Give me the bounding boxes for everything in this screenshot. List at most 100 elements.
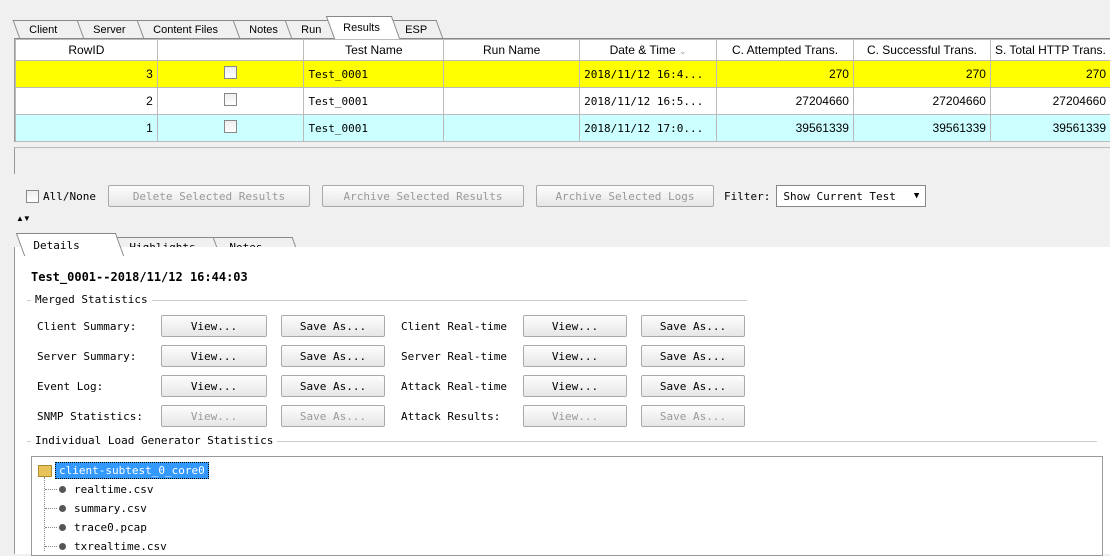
attack-results-save-button[interactable]: Save As... [641,405,745,427]
tab-results-label: Results [343,22,380,34]
client-realtime-label: Client Real-time [401,320,507,333]
splitter-handle[interactable]: ▲▼ [14,219,1110,225]
tab-client-label: Client [29,24,57,36]
server-summary-label: Server Summary: [37,350,136,363]
tree-file-label: summary.csv [74,502,147,515]
col-select[interactable] [157,40,304,61]
cell-attempted: 39561339 [717,115,854,142]
event-log-view-button[interactable]: View... [161,375,267,397]
tree-file-label: trace0.pcap [74,521,147,534]
top-tab-bar: Client Server Content Files Notes Run Re… [16,13,436,39]
attack-results-view-button[interactable]: View... [523,405,627,427]
attack-realtime-save-button[interactable]: Save As... [641,375,745,397]
tab-details-label: Details [33,239,79,252]
attack-realtime-view-button[interactable]: View... [523,375,627,397]
col-run-name[interactable]: Run Name [444,40,580,61]
tab-details[interactable]: Details [16,233,124,256]
cell-total-http: 27204660 [990,88,1110,115]
cell-rowid: 3 [16,61,158,88]
tab-client[interactable]: Client [13,20,88,39]
cell-test-name: Test_0001 [304,115,444,142]
tab-content-files[interactable]: Content Files [137,20,244,39]
server-summary-view-button[interactable]: View... [161,345,267,367]
folder-icon [38,465,52,477]
event-log-label: Event Log: [37,380,103,393]
tree-file-label: realtime.csv [74,483,153,496]
event-log-save-button[interactable]: Save As... [281,375,385,397]
cell-successful: 39561339 [853,115,990,142]
tree-folder-item[interactable]: client-subtest_0_core0 [38,462,209,479]
all-none-checkbox[interactable] [26,190,39,203]
tree-file-label: txrealtime.csv [74,540,167,553]
cell-successful: 270 [853,61,990,88]
results-action-bar: All/None Delete Selected Results Archive… [26,185,926,207]
cell-attempted: 27204660 [717,88,854,115]
server-realtime-save-button[interactable]: Save As... [641,345,745,367]
snmp-save-button[interactable]: Save As... [281,405,385,427]
snmp-statistics-label: SNMP Statistics: [37,410,143,423]
row-checkbox[interactable] [224,120,237,133]
cell-test-name: Test_0001 [304,61,444,88]
tab-results[interactable]: Results [326,16,400,39]
tree-file-item[interactable]: summary.csv [45,502,147,515]
attack-results-label: Attack Results: [401,410,500,423]
chevron-down-icon: ▼ [914,191,919,201]
filter-select[interactable]: Show Current Test ▼ [776,185,926,207]
col-attempted[interactable]: C. Attempted Trans. [717,40,854,61]
merged-statistics-group: Merged Statistics [27,300,747,301]
tree-file-item[interactable]: trace0.pcap [45,521,147,534]
cell-run-name [444,61,580,88]
tab-esp-label: ESP [405,24,427,36]
results-grid: RowID Test Name Run Name Date & Time ⌄ C… [14,39,1110,142]
cell-rowid: 2 [16,88,158,115]
individual-stats-title: Individual Load Generator Statistics [31,434,277,447]
cell-test-name: Test_0001 [304,88,444,115]
col-successful[interactable]: C. Successful Trans. [853,40,990,61]
cell-successful: 27204660 [853,88,990,115]
table-row[interactable]: 2 Test_0001 2018/11/12 16:5... 27204660 … [16,88,1110,115]
file-icon [59,505,66,512]
tree-file-item[interactable]: txrealtime.csv [45,540,167,553]
cell-attempted: 270 [717,61,854,88]
cell-date-time: 2018/11/12 16:5... [580,88,717,115]
details-heading: Test_0001--2018/11/12 16:44:03 [31,270,248,284]
table-row[interactable]: 1 Test_0001 2018/11/12 17:0... 39561339 … [16,115,1110,142]
load-generator-tree[interactable]: client-subtest_0_core0 realtime.csv summ… [31,456,1103,556]
col-date-time[interactable]: Date & Time ⌄ [580,40,717,61]
table-header-row: RowID Test Name Run Name Date & Time ⌄ C… [16,40,1110,61]
cell-select [157,88,304,115]
col-test-name[interactable]: Test Name [304,40,444,61]
cell-date-time: 2018/11/12 17:0... [580,115,717,142]
cell-total-http: 39561339 [990,115,1110,142]
col-rowid[interactable]: RowID [16,40,158,61]
delete-selected-results-button[interactable]: Delete Selected Results [108,185,310,207]
tab-run-label: Run [301,24,321,36]
archive-selected-results-button[interactable]: Archive Selected Results [322,185,524,207]
row-checkbox[interactable] [224,93,237,106]
table-row[interactable]: 3 Test_0001 2018/11/12 16:4... 270 270 2… [16,61,1110,88]
tab-notes-label: Notes [249,24,278,36]
tab-server-label: Server [93,24,125,36]
file-icon [59,543,66,550]
server-realtime-label: Server Real-time [401,350,507,363]
snmp-view-button[interactable]: View... [161,405,267,427]
archive-selected-logs-button[interactable]: Archive Selected Logs [536,185,714,207]
tab-content-files-label: Content Files [153,24,218,36]
client-summary-save-button[interactable]: Save As... [281,315,385,337]
tree-file-item[interactable]: realtime.csv [45,483,153,496]
client-summary-view-button[interactable]: View... [161,315,267,337]
client-realtime-view-button[interactable]: View... [523,315,627,337]
cell-date-time: 2018/11/12 16:4... [580,61,717,88]
server-summary-save-button[interactable]: Save As... [281,345,385,367]
attack-realtime-label: Attack Real-time [401,380,507,393]
row-checkbox[interactable] [224,66,237,79]
cell-select [157,115,304,142]
file-icon [59,524,66,531]
col-total-http[interactable]: S. Total HTTP Trans. [990,40,1110,61]
client-summary-label: Client Summary: [37,320,136,333]
individual-stats-group: Individual Load Generator Statistics [27,441,1097,442]
client-realtime-save-button[interactable]: Save As... [641,315,745,337]
server-realtime-view-button[interactable]: View... [523,345,627,367]
col-date-time-label: Date & Time [610,43,676,57]
grid-empty-area [14,147,1110,174]
